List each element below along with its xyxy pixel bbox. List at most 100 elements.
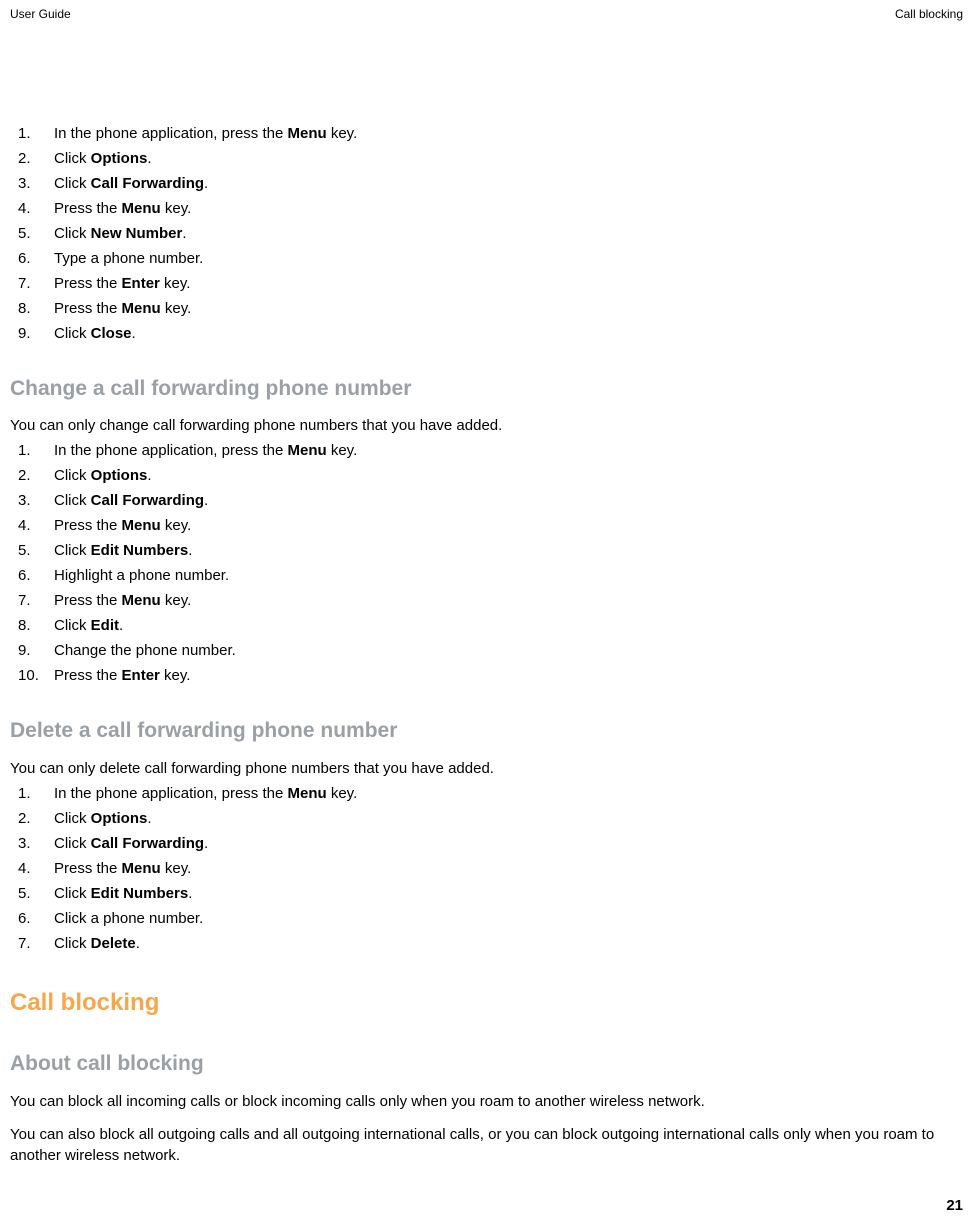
list-item: Click Close. (10, 323, 963, 344)
step-text: key. (327, 785, 358, 802)
list-item: Click Call Forwarding. (10, 490, 963, 511)
step-bold: New Number (91, 225, 183, 242)
list-item: Click Call Forwarding. (10, 173, 963, 194)
intro-change-number: You can only change call forwarding phon… (10, 415, 963, 436)
step-text: . (204, 175, 208, 192)
step-text: key. (327, 442, 358, 459)
list-item: Press the Menu key. (10, 858, 963, 879)
step-bold: Menu (122, 860, 161, 877)
step-text: Click (54, 835, 91, 852)
step-text: Click (54, 225, 91, 242)
step-text: . (204, 835, 208, 852)
list-item: Click New Number. (10, 223, 963, 244)
list-item: Click a phone number. (10, 908, 963, 929)
step-bold: Menu (288, 442, 327, 459)
step-text: Highlight a phone number. (54, 567, 229, 584)
step-bold: Options (91, 810, 148, 827)
step-text: . (182, 225, 186, 242)
heading-delete-number: Delete a call forwarding phone number (10, 716, 963, 745)
step-bold: Menu (288, 125, 327, 142)
list-item: Click Delete. (10, 933, 963, 954)
step-text: In the phone application, press the (54, 442, 288, 459)
step-text: In the phone application, press the (54, 785, 288, 802)
list-item: Click Options. (10, 808, 963, 829)
list-item: Click Edit Numbers. (10, 540, 963, 561)
step-text: Click a phone number. (54, 910, 203, 927)
step-text: . (147, 150, 151, 167)
steps-list-1: In the phone application, press the Menu… (10, 123, 963, 344)
list-item: Click Options. (10, 148, 963, 169)
step-text: . (188, 885, 192, 902)
list-item: Click Options. (10, 465, 963, 486)
step-text: Type a phone number. (54, 250, 203, 267)
intro-delete-number: You can only delete call forwarding phon… (10, 758, 963, 779)
step-bold: Call Forwarding (91, 835, 204, 852)
heading-change-number: Change a call forwarding phone number (10, 374, 963, 403)
heading-call-blocking: Call blocking (10, 986, 963, 1020)
list-item: Change the phone number. (10, 640, 963, 661)
step-text: Press the (54, 667, 122, 684)
heading-about-call-blocking: About call blocking (10, 1049, 963, 1078)
step-bold: Options (91, 467, 148, 484)
step-text: key. (160, 275, 191, 292)
list-item: Press the Enter key. (10, 665, 963, 686)
step-text: key. (161, 200, 192, 217)
step-text: key. (161, 517, 192, 534)
list-item: In the phone application, press the Menu… (10, 783, 963, 804)
step-bold: Menu (122, 592, 161, 609)
step-text: Click (54, 810, 91, 827)
list-item: Click Call Forwarding. (10, 833, 963, 854)
step-text: key. (161, 592, 192, 609)
steps-list-3: In the phone application, press the Menu… (10, 783, 963, 954)
page-header: User Guide Call blocking (0, 0, 973, 23)
step-text: Press the (54, 517, 122, 534)
header-right: Call blocking (895, 6, 963, 23)
list-item: In the phone application, press the Menu… (10, 123, 963, 144)
step-text: key. (160, 667, 191, 684)
steps-list-2: In the phone application, press the Menu… (10, 440, 963, 686)
step-text: Click (54, 325, 91, 342)
step-bold: Menu (122, 200, 161, 217)
step-text: Click (54, 617, 91, 634)
step-text: Press the (54, 200, 122, 217)
step-bold: Enter (122, 667, 160, 684)
step-text: Press the (54, 300, 122, 317)
step-text: key. (161, 300, 192, 317)
list-item: Click Edit. (10, 615, 963, 636)
list-item: Type a phone number. (10, 248, 963, 269)
step-bold: Enter (122, 275, 160, 292)
list-item: Press the Enter key. (10, 273, 963, 294)
step-text: . (147, 810, 151, 827)
about-para-1: You can block all incoming calls or bloc… (10, 1091, 963, 1112)
step-bold: Edit Numbers (91, 542, 189, 559)
step-bold: Call Forwarding (91, 492, 204, 509)
step-text: Change the phone number. (54, 642, 236, 659)
list-item: Press the Menu key. (10, 590, 963, 611)
about-para-2: You can also block all outgoing calls an… (10, 1124, 963, 1166)
step-bold: Call Forwarding (91, 175, 204, 192)
step-text: Click (54, 467, 91, 484)
list-item: Press the Menu key. (10, 198, 963, 219)
step-text: Press the (54, 275, 122, 292)
list-item: Highlight a phone number. (10, 565, 963, 586)
list-item: Press the Menu key. (10, 298, 963, 319)
step-text: . (188, 542, 192, 559)
step-text: Click (54, 175, 91, 192)
step-text: . (204, 492, 208, 509)
step-bold: Options (91, 150, 148, 167)
step-text: . (147, 467, 151, 484)
step-text: In the phone application, press the (54, 125, 288, 142)
list-item: Click Edit Numbers. (10, 883, 963, 904)
step-text: Press the (54, 860, 122, 877)
step-text: Click (54, 885, 91, 902)
step-text: Click (54, 935, 91, 952)
step-bold: Menu (122, 517, 161, 534)
page-number: 21 (946, 1195, 963, 1216)
step-bold: Close (91, 325, 132, 342)
step-bold: Menu (122, 300, 161, 317)
step-bold: Edit (91, 617, 119, 634)
step-text: Click (54, 492, 91, 509)
step-bold: Delete (91, 935, 136, 952)
step-text: . (136, 935, 140, 952)
step-bold: Menu (288, 785, 327, 802)
